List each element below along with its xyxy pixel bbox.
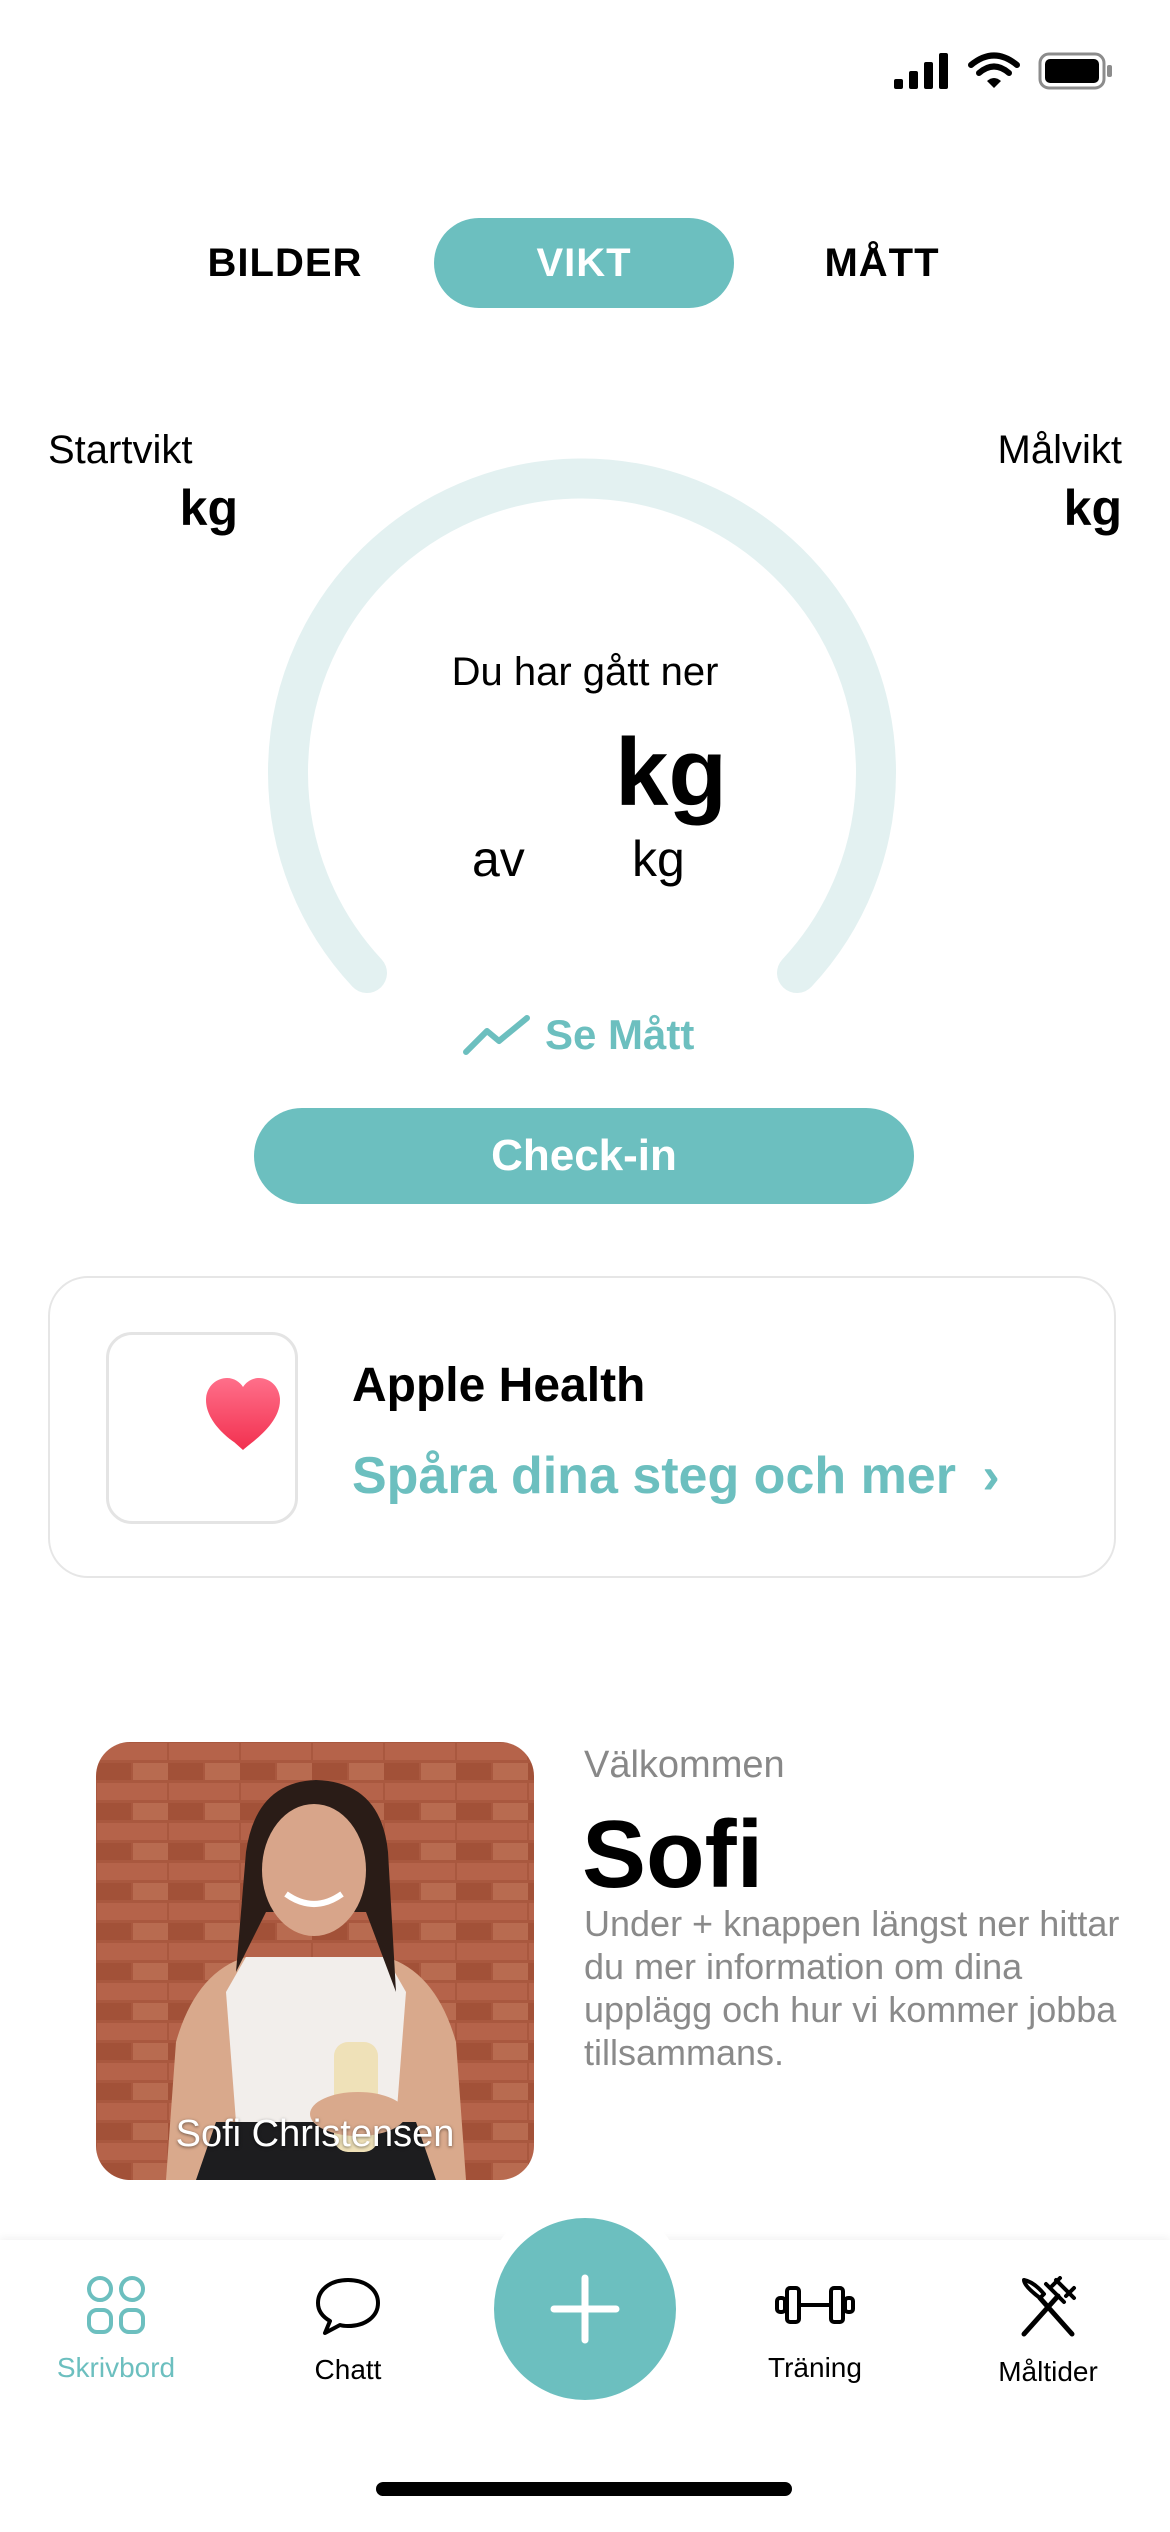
checkin-label: Check-in bbox=[491, 1131, 677, 1180]
start-weight-unit: kg bbox=[179, 480, 238, 536]
status-bar bbox=[894, 52, 1114, 90]
trend-line-icon bbox=[463, 1015, 530, 1055]
health-card-subtitle: Spåra dina steg och mer › bbox=[352, 1446, 1000, 1506]
grid-icon bbox=[87, 2276, 145, 2334]
tab-matt[interactable]: MÅTT bbox=[732, 218, 1032, 308]
plus-icon bbox=[550, 2274, 620, 2344]
segment-tabs: BILDER VIKT MÅTT bbox=[0, 218, 1170, 308]
health-app-icon bbox=[106, 1332, 298, 1524]
heart-icon bbox=[206, 1378, 280, 1450]
gauge-track bbox=[268, 458, 896, 993]
checkin-button[interactable]: Check-in bbox=[254, 1108, 914, 1204]
nav-label-maltider: Måltider bbox=[998, 2356, 1098, 2387]
welcome-name: Sofi bbox=[582, 1801, 764, 1908]
chat-bubble-icon bbox=[316, 2278, 380, 2335]
add-button[interactable] bbox=[494, 2218, 676, 2400]
see-matt-label: Se Mått bbox=[545, 1011, 695, 1058]
coach-photo: Sofi Christensen bbox=[96, 1742, 534, 2180]
weight-of-label: av bbox=[472, 831, 525, 887]
home-indicator bbox=[376, 2482, 792, 2496]
start-weight: Startvikt kg bbox=[48, 428, 238, 537]
chevron-right-icon: › bbox=[982, 1447, 1000, 1505]
nav-item-chatt[interactable]: Chatt bbox=[248, 2276, 448, 2386]
wifi-icon bbox=[968, 52, 1020, 88]
dumbbell-icon bbox=[775, 2286, 855, 2324]
nav-item-skrivbord[interactable]: Skrivbord bbox=[16, 2276, 216, 2384]
nav-label-skrivbord: Skrivbord bbox=[56, 2352, 176, 2383]
goal-weight: Målvikt kg bbox=[998, 428, 1122, 537]
tab-bilder[interactable]: BILDER bbox=[135, 218, 435, 308]
welcome-label: Välkommen bbox=[584, 1744, 785, 1786]
cellular-signal-icon bbox=[894, 53, 948, 89]
nav-label-traning: Träning bbox=[768, 2352, 862, 2383]
goal-weight-unit: kg bbox=[1063, 480, 1122, 536]
welcome-text: Under + knappen längst ner hittar du mer… bbox=[584, 1903, 1120, 2073]
weight-lost-label: Du har gått ner bbox=[451, 650, 719, 694]
app-screen: BILDER VIKT MÅTT Startvikt kg Målvikt kg… bbox=[0, 0, 1170, 2532]
weight-of-unit: kg bbox=[632, 831, 685, 887]
goal-weight-label: Målvikt bbox=[997, 428, 1122, 472]
weight-progress-gauge bbox=[268, 458, 896, 993]
start-weight-label: Startvikt bbox=[48, 428, 193, 472]
weight-lost-unit: kg bbox=[615, 719, 728, 826]
see-matt-link[interactable]: Se Mått bbox=[463, 1005, 694, 1065]
weight-lost-label-wrap: Du har gått ner bbox=[0, 650, 1170, 695]
health-card-subtitle-text: Spåra dina steg och mer bbox=[352, 1447, 956, 1505]
nav-label-chatt: Chatt bbox=[314, 2354, 382, 2385]
battery-icon bbox=[1038, 52, 1112, 90]
tab-vikt[interactable]: VIKT bbox=[434, 218, 734, 308]
fork-knife-icon bbox=[1021, 2276, 1076, 2337]
coach-photo-caption: Sofi Christensen bbox=[175, 2113, 455, 2155]
nav-item-maltider[interactable]: Måltider bbox=[948, 2276, 1148, 2388]
health-card-title: Apple Health bbox=[352, 1359, 646, 1412]
nav-item-traning[interactable]: Träning bbox=[715, 2276, 915, 2384]
apple-health-card[interactable]: Apple Health Spåra dina steg och mer › bbox=[48, 1276, 1116, 1578]
